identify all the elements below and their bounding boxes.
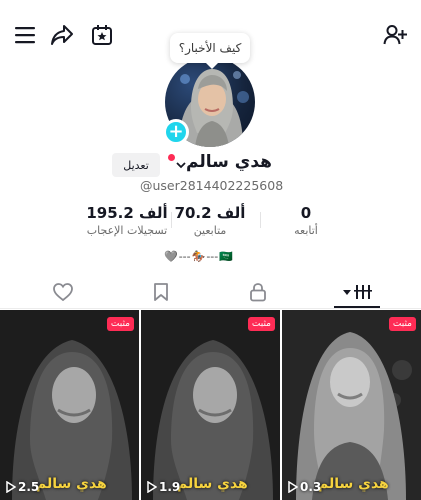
video-thumbnail-image <box>0 310 139 500</box>
tab-private-lock-icon[interactable] <box>247 281 269 303</box>
profile-tabs <box>0 276 421 309</box>
video-caption: هدي سالم <box>36 476 107 492</box>
following-count: 0 <box>300 204 312 222</box>
video-caption: هدي سالم <box>177 476 248 492</box>
video-thumbnail[interactable]: مثبت هدي سالم 0.3 <box>282 310 421 500</box>
pinned-badge: مثبت <box>388 317 416 331</box>
share-icon[interactable] <box>49 22 75 48</box>
profile-bio: 🩶 --- 🏇 --- 🇸🇦 <box>164 247 233 265</box>
video-thumbnail[interactable]: مثبت هدي سالم 2.5 <box>0 310 139 500</box>
video-caption: هدي سالم <box>318 476 389 492</box>
video-thumbnail[interactable]: مثبت هدي سالم 1.9 <box>141 310 280 500</box>
play-icon <box>288 481 298 493</box>
bio-part: 🩶 <box>164 249 178 263</box>
video-thumbnail-image <box>282 310 421 500</box>
followers-count: 70.2 ألف <box>174 204 246 222</box>
profile-handle: @user2814402225608 <box>140 178 284 193</box>
status-bubble[interactable]: كيف الأخبار؟ <box>170 33 250 69</box>
followers-label: متابعين <box>193 224 227 237</box>
stat-followers[interactable]: 70.2 ألف متابعين <box>172 204 248 237</box>
profile-stats: 195.2 ألف تسجيلات الإعجاب 70.2 ألف متابع… <box>0 204 421 244</box>
video-grid: مثبت هدي سالم 2.5 مثبت هدي سالم 1.9 مثبت… <box>0 310 421 500</box>
status-bubble-text: كيف الأخبار؟ <box>178 41 242 55</box>
view-count-value: 0.3 <box>300 480 322 494</box>
bio-part: 🇸🇦 <box>219 249 233 263</box>
plus-glyph: + <box>168 121 184 142</box>
active-tab-indicator <box>334 306 380 308</box>
edit-profile-label: تعديل <box>123 158 149 172</box>
add-friend-icon[interactable] <box>382 22 408 48</box>
bio-part: --- <box>178 249 191 263</box>
play-icon <box>6 481 16 493</box>
notification-dot <box>168 154 175 161</box>
name-row: تعديل هدي سالم <box>0 152 421 177</box>
view-count: 0.3 <box>288 480 321 494</box>
edit-profile-button[interactable]: تعديل <box>112 153 160 177</box>
likes-label: تسجيلات الإعجاب <box>86 224 168 237</box>
tab-favorites-bookmark-icon[interactable] <box>150 281 172 303</box>
tab-liked-heart-icon[interactable] <box>52 281 74 303</box>
pinned-badge: مثبت <box>106 317 134 331</box>
pinned-badge: مثبت <box>247 317 275 331</box>
tab-videos-grid-icon[interactable] <box>340 281 374 303</box>
bio-part: --- <box>206 249 219 263</box>
menu-icon[interactable] <box>12 22 38 48</box>
bio-part: 🏇 <box>191 249 206 263</box>
profile-name[interactable]: هدي سالم <box>186 152 272 172</box>
likes-count: 195.2 ألف <box>86 204 168 222</box>
view-count-value: 2.5 <box>18 480 40 494</box>
video-thumbnail-image <box>141 310 280 500</box>
following-label: أتابعه <box>294 224 318 237</box>
view-count: 1.9 <box>147 480 180 494</box>
stat-likes: 195.2 ألف تسجيلات الإعجاب <box>72 204 182 237</box>
stat-following[interactable]: 0 أتابعه <box>276 204 336 237</box>
calendar-star-icon[interactable] <box>89 22 115 48</box>
stat-divider <box>260 212 261 228</box>
view-count-value: 1.9 <box>159 480 181 494</box>
view-count: 2.5 <box>6 480 39 494</box>
play-icon <box>147 481 157 493</box>
add-avatar-plus-icon[interactable]: + <box>163 119 189 145</box>
